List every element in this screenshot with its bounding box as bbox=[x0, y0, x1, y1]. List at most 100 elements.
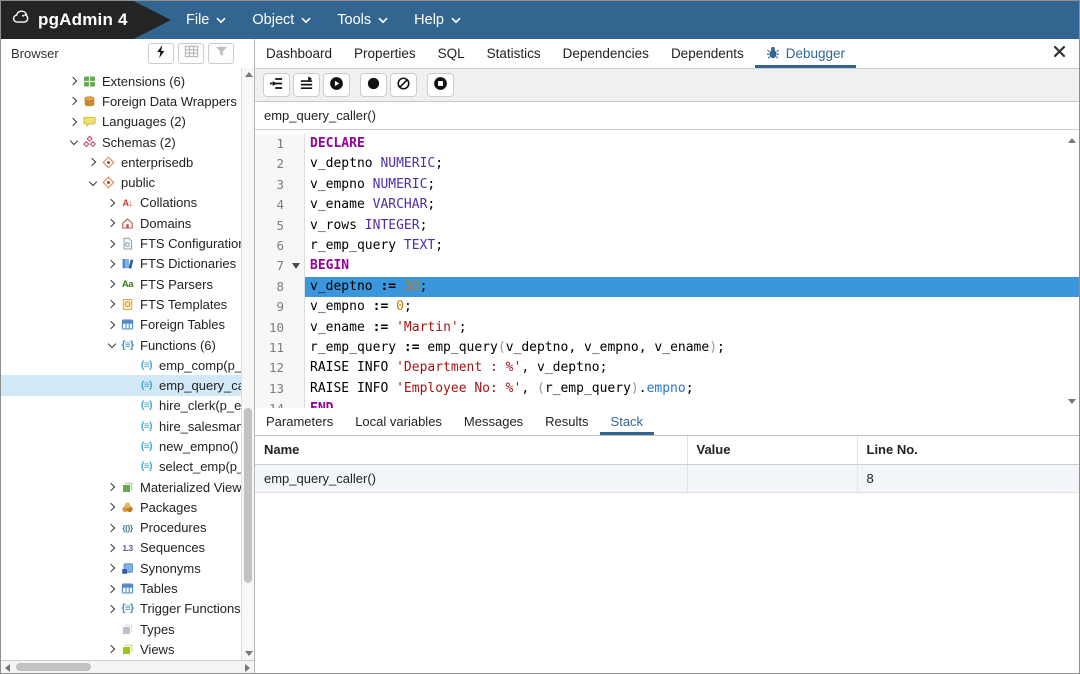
close-panel-button[interactable] bbox=[1040, 39, 1079, 68]
expand-chevron-icon[interactable] bbox=[105, 606, 119, 612]
line-number-gutter[interactable]: 4 bbox=[255, 195, 305, 215]
expand-chevron-icon[interactable] bbox=[67, 119, 81, 125]
expand-chevron-icon[interactable] bbox=[67, 98, 81, 104]
tree-item-select-emp-p-e[interactable]: (≡)select_emp(p_e bbox=[1, 457, 254, 477]
tree-vertical-scrollbar[interactable] bbox=[241, 68, 254, 660]
collapse-chevron-icon[interactable] bbox=[86, 181, 100, 185]
tree-item-new-empno[interactable]: (≡)new_empno() bbox=[1, 436, 254, 456]
line-number-gutter[interactable]: 9 bbox=[255, 297, 305, 317]
tree-hscrollbar-thumb[interactable] bbox=[16, 663, 91, 671]
line-number-gutter[interactable]: 12 bbox=[255, 358, 305, 378]
menu-file[interactable]: File bbox=[173, 1, 239, 39]
expand-chevron-icon[interactable] bbox=[105, 322, 119, 328]
tree-item-hire-clerk-p-en[interactable]: (≡)hire_clerk(p_en bbox=[1, 396, 254, 416]
tree-item-sequences[interactable]: 1.3Sequences bbox=[1, 538, 254, 558]
quick-search-button[interactable] bbox=[148, 43, 174, 64]
tree-item-emp-comp-p-s[interactable]: (≡)emp_comp(p_s bbox=[1, 355, 254, 375]
tree-item-languages-2[interactable]: Languages (2) bbox=[1, 112, 254, 132]
line-number-gutter[interactable]: 10 bbox=[255, 318, 305, 338]
expand-chevron-icon[interactable] bbox=[86, 159, 100, 165]
expand-chevron-icon[interactable] bbox=[105, 586, 119, 592]
clear-breakpoints-button[interactable] bbox=[390, 73, 417, 97]
tree-item-views[interactable]: Views bbox=[1, 639, 254, 659]
tree-item-fts-parsers[interactable]: AaFTS Parsers bbox=[1, 274, 254, 294]
dashboard-grid-button[interactable] bbox=[178, 43, 204, 64]
expand-chevron-icon[interactable] bbox=[105, 565, 119, 571]
continue-button[interactable] bbox=[323, 73, 350, 97]
tree-horizontal-scrollbar[interactable] bbox=[1, 660, 254, 673]
expand-chevron-icon[interactable] bbox=[105, 261, 119, 267]
collapse-chevron-icon[interactable] bbox=[105, 343, 119, 347]
line-number-gutter[interactable]: 5 bbox=[255, 216, 305, 236]
tree-item-hire-salesman[interactable]: (≡)hire_salesman( bbox=[1, 416, 254, 436]
line-number-gutter[interactable]: 6 bbox=[255, 236, 305, 256]
expand-chevron-icon[interactable] bbox=[105, 200, 119, 206]
tree-item-extensions-6[interactable]: Extensions (6) bbox=[1, 71, 254, 91]
line-number-gutter[interactable]: 2 bbox=[255, 154, 305, 174]
tree-item-functions-6[interactable]: {≡}Functions (6) bbox=[1, 335, 254, 355]
tree-item-public[interactable]: public bbox=[1, 172, 254, 192]
tree-item-fts-templates[interactable]: FTS Templates bbox=[1, 294, 254, 314]
editor-scroll-up[interactable] bbox=[1068, 138, 1076, 143]
tree-item-enterprisedb[interactable]: enterprisedb bbox=[1, 152, 254, 172]
tree-item-foreign-data-wrappers-2[interactable]: Foreign Data Wrappers (2) bbox=[1, 91, 254, 111]
bottom-tab-stack[interactable]: Stack bbox=[600, 408, 655, 435]
tree-item-types[interactable]: Types bbox=[1, 619, 254, 639]
bottom-tab-parameters[interactable]: Parameters bbox=[255, 408, 344, 435]
expand-chevron-icon[interactable] bbox=[105, 241, 119, 247]
tree-item-fts-dictionaries[interactable]: FTS Dictionaries bbox=[1, 254, 254, 274]
bottom-tab-results[interactable]: Results bbox=[534, 408, 599, 435]
stop-button[interactable] bbox=[427, 73, 454, 97]
code-editor[interactable]: 1DECLARE2v_deptno NUMERIC;3v_empno NUMER… bbox=[255, 130, 1079, 408]
toggle-breakpoint-button[interactable] bbox=[360, 73, 387, 97]
line-number-gutter[interactable]: 3 bbox=[255, 175, 305, 195]
expand-chevron-icon[interactable] bbox=[67, 78, 81, 84]
tree-item-fts-configurations[interactable]: FTS Configurations bbox=[1, 233, 254, 253]
tree-item-domains[interactable]: Domains bbox=[1, 213, 254, 233]
menu-tools[interactable]: Tools bbox=[324, 1, 401, 39]
step-over-button[interactable] bbox=[293, 73, 320, 97]
tree-scrollbar-thumb[interactable] bbox=[244, 408, 252, 583]
expand-chevron-icon[interactable] bbox=[105, 646, 119, 652]
tree-item-synonyms[interactable]: Synonyms bbox=[1, 558, 254, 578]
filter-button[interactable] bbox=[208, 43, 234, 64]
stack-frame-row[interactable]: emp_query_caller()8 bbox=[255, 464, 1079, 492]
line-number-gutter[interactable]: 8 bbox=[255, 277, 305, 297]
line-number-gutter[interactable]: 1 bbox=[255, 134, 305, 154]
tree-item-trigger-functions[interactable]: {≡}Trigger Functions bbox=[1, 599, 254, 619]
tree-item-collations[interactable]: A↓Collations bbox=[1, 193, 254, 213]
line-number-gutter[interactable]: 14 bbox=[255, 399, 305, 408]
expand-chevron-icon[interactable] bbox=[105, 281, 119, 287]
line-number-gutter[interactable]: 7 bbox=[255, 256, 305, 276]
tree-item-procedures[interactable]: {()}Procedures bbox=[1, 518, 254, 538]
tab-dependencies[interactable]: Dependencies bbox=[552, 39, 660, 68]
line-number-gutter[interactable]: 11 bbox=[255, 338, 305, 358]
step-into-button[interactable] bbox=[263, 73, 290, 97]
tree-item-foreign-tables[interactable]: Foreign Tables bbox=[1, 315, 254, 335]
collapse-chevron-icon[interactable] bbox=[67, 140, 81, 144]
tab-dependents[interactable]: Dependents bbox=[660, 39, 755, 68]
tab-dashboard[interactable]: Dashboard bbox=[255, 39, 343, 68]
tree-item-schemas-2[interactable]: Schemas (2) bbox=[1, 132, 254, 152]
expand-chevron-icon[interactable] bbox=[105, 504, 119, 510]
tree-item-emp-query-cal[interactable]: (≡)emp_query_cal bbox=[1, 375, 254, 395]
tree-item-packages[interactable]: Packages bbox=[1, 497, 254, 517]
menu-object[interactable]: Object bbox=[239, 1, 324, 39]
tree-item-materialized-views[interactable]: Materialized Views bbox=[1, 477, 254, 497]
line-number-gutter[interactable]: 13 bbox=[255, 379, 305, 399]
tab-properties[interactable]: Properties bbox=[343, 39, 427, 68]
tab-debugger[interactable]: Debugger bbox=[755, 39, 856, 68]
bottom-tab-messages[interactable]: Messages bbox=[453, 408, 534, 435]
fold-marker-icon[interactable] bbox=[292, 263, 300, 269]
tree-item-tables[interactable]: Tables bbox=[1, 578, 254, 598]
expand-chevron-icon[interactable] bbox=[105, 545, 119, 551]
tab-statistics[interactable]: Statistics bbox=[476, 39, 552, 68]
tab-sql[interactable]: SQL bbox=[427, 39, 476, 68]
expand-chevron-icon[interactable] bbox=[105, 484, 119, 490]
expand-chevron-icon[interactable] bbox=[105, 220, 119, 226]
expand-chevron-icon[interactable] bbox=[105, 301, 119, 307]
bottom-tab-local-variables[interactable]: Local variables bbox=[344, 408, 453, 435]
menu-help[interactable]: Help bbox=[401, 1, 474, 39]
editor-scroll-down[interactable] bbox=[1068, 399, 1076, 404]
expand-chevron-icon[interactable] bbox=[105, 525, 119, 531]
